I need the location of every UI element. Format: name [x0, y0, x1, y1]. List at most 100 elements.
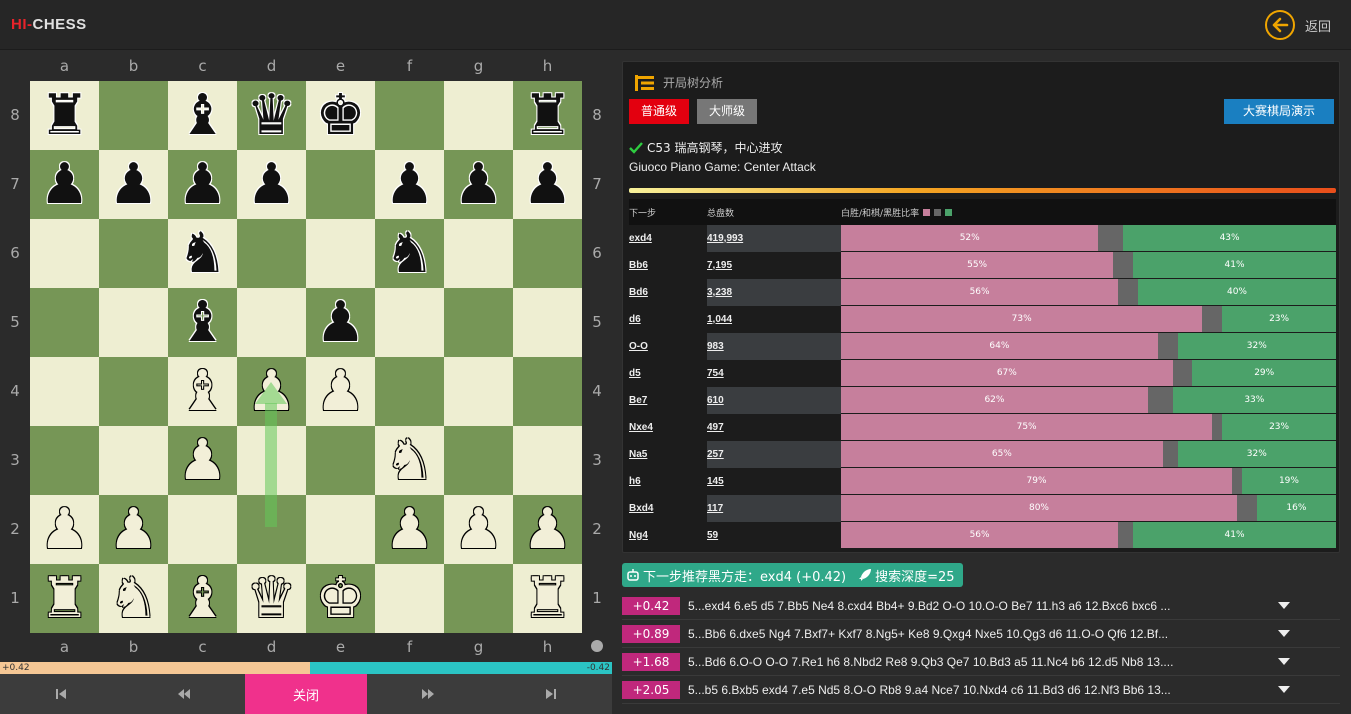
square-b1[interactable]: ♞: [99, 564, 168, 633]
white-pawn-piece[interactable]: ♟: [522, 501, 572, 558]
close-button[interactable]: 关闭: [245, 674, 367, 714]
black-pawn-piece[interactable]: ♟: [108, 156, 158, 213]
square-f2[interactable]: ♟: [375, 495, 444, 564]
square-g2[interactable]: ♟: [444, 495, 513, 564]
table-row[interactable]: O-O 983 64% 32%: [629, 332, 1336, 360]
white-pawn-piece[interactable]: ♟: [453, 501, 503, 558]
move-link[interactable]: d6: [629, 314, 707, 325]
square-e2[interactable]: [306, 495, 375, 564]
square-d1[interactable]: ♛: [237, 564, 306, 633]
square-b2[interactable]: ♟: [99, 495, 168, 564]
square-e4[interactable]: ♟: [306, 357, 375, 426]
square-f8[interactable]: [375, 81, 444, 150]
square-h8[interactable]: ♜: [513, 81, 582, 150]
square-a6[interactable]: [30, 219, 99, 288]
square-g4[interactable]: [444, 357, 513, 426]
table-row[interactable]: Ng4 59 56% 41%: [629, 522, 1336, 549]
black-pawn-piece[interactable]: ♟: [246, 156, 296, 213]
move-link[interactable]: h6: [629, 476, 707, 487]
table-row[interactable]: exd4 419,993 52% 43%: [629, 224, 1336, 252]
move-link[interactable]: Na5: [629, 449, 707, 460]
normal-level-button[interactable]: 普通级: [629, 99, 690, 124]
move-link[interactable]: Ng4: [629, 530, 707, 541]
black-knight-piece[interactable]: ♞: [177, 225, 227, 282]
white-pawn-piece[interactable]: ♟: [384, 501, 434, 558]
move-link[interactable]: d5: [629, 368, 707, 379]
engine-line[interactable]: +0.89 5...Bb6 6.dxe5 Ng4 7.Bxf7+ Kxf7 8.…: [622, 620, 1340, 648]
white-pawn-piece[interactable]: ♟: [108, 501, 158, 558]
move-link[interactable]: Be7: [629, 395, 707, 406]
black-pawn-piece[interactable]: ♟: [522, 156, 572, 213]
white-bishop-piece[interactable]: ♝: [177, 570, 227, 627]
expand-icon[interactable]: [1278, 658, 1290, 665]
square-f5[interactable]: [375, 288, 444, 357]
square-e6[interactable]: [306, 219, 375, 288]
black-pawn-piece[interactable]: ♟: [177, 156, 227, 213]
square-b7[interactable]: ♟: [99, 150, 168, 219]
square-a2[interactable]: ♟: [30, 495, 99, 564]
black-bishop-piece[interactable]: ♝: [177, 87, 227, 144]
black-rook-piece[interactable]: ♜: [522, 87, 572, 144]
back-button[interactable]: 返回: [1264, 10, 1331, 40]
square-g5[interactable]: [444, 288, 513, 357]
white-pawn-piece[interactable]: ♟: [39, 501, 89, 558]
black-pawn-piece[interactable]: ♟: [384, 156, 434, 213]
table-row[interactable]: d6 1,044 73% 23%: [629, 306, 1336, 333]
square-f7[interactable]: ♟: [375, 150, 444, 219]
move-link[interactable]: Bd6: [629, 287, 707, 298]
square-f3[interactable]: ♞: [375, 426, 444, 495]
white-rook-piece[interactable]: ♜: [39, 570, 89, 627]
move-link[interactable]: O-O: [629, 341, 707, 352]
first-move-button[interactable]: [0, 674, 123, 714]
square-h2[interactable]: ♟: [513, 495, 582, 564]
white-rook-piece[interactable]: ♜: [522, 570, 572, 627]
square-f4[interactable]: [375, 357, 444, 426]
white-knight-piece[interactable]: ♞: [108, 570, 158, 627]
square-e7[interactable]: [306, 150, 375, 219]
square-a1[interactable]: ♜: [30, 564, 99, 633]
square-h6[interactable]: [513, 219, 582, 288]
expand-icon[interactable]: [1278, 630, 1290, 637]
move-link[interactable]: exd4: [629, 233, 707, 244]
square-h1[interactable]: ♜: [513, 564, 582, 633]
white-bishop-piece[interactable]: ♝: [177, 363, 227, 420]
table-row[interactable]: d5 754 67% 29%: [629, 360, 1336, 387]
square-c5[interactable]: ♝: [168, 288, 237, 357]
expand-icon[interactable]: [1278, 686, 1290, 693]
square-a7[interactable]: ♟: [30, 150, 99, 219]
engine-line[interactable]: +1.68 5...Bd6 6.O-O O-O 7.Re1 h6 8.Nbd2 …: [622, 648, 1340, 676]
square-f1[interactable]: [375, 564, 444, 633]
square-g6[interactable]: [444, 219, 513, 288]
white-knight-piece[interactable]: ♞: [384, 432, 434, 489]
square-h5[interactable]: [513, 288, 582, 357]
square-b5[interactable]: [99, 288, 168, 357]
square-d5[interactable]: [237, 288, 306, 357]
square-b3[interactable]: [99, 426, 168, 495]
square-f6[interactable]: ♞: [375, 219, 444, 288]
square-h3[interactable]: [513, 426, 582, 495]
square-g1[interactable]: [444, 564, 513, 633]
square-b6[interactable]: [99, 219, 168, 288]
square-d7[interactable]: ♟: [237, 150, 306, 219]
square-d8[interactable]: ♛: [237, 81, 306, 150]
table-row[interactable]: Nxe4 497 75% 23%: [629, 414, 1336, 441]
square-h7[interactable]: ♟: [513, 150, 582, 219]
engine-line[interactable]: +0.42 5...exd4 6.e5 d5 7.Bb5 Ne4 8.cxd4 …: [622, 592, 1340, 620]
square-e8[interactable]: ♚: [306, 81, 375, 150]
expand-icon[interactable]: [1278, 602, 1290, 609]
black-knight-piece[interactable]: ♞: [384, 225, 434, 282]
black-rook-piece[interactable]: ♜: [39, 87, 89, 144]
move-link[interactable]: Bxd4: [629, 503, 707, 514]
square-c3[interactable]: ♟: [168, 426, 237, 495]
square-b4[interactable]: [99, 357, 168, 426]
table-row[interactable]: Bxd4 117 80% 16%: [629, 494, 1336, 522]
table-row[interactable]: Be7 610 62% 33%: [629, 386, 1336, 414]
move-link[interactable]: Nxe4: [629, 422, 707, 433]
table-row[interactable]: Bb6 7,195 55% 41%: [629, 252, 1336, 279]
square-c7[interactable]: ♟: [168, 150, 237, 219]
black-pawn-piece[interactable]: ♟: [39, 156, 89, 213]
black-king-piece[interactable]: ♚: [315, 87, 365, 144]
square-h4[interactable]: [513, 357, 582, 426]
square-a3[interactable]: [30, 426, 99, 495]
square-a4[interactable]: [30, 357, 99, 426]
